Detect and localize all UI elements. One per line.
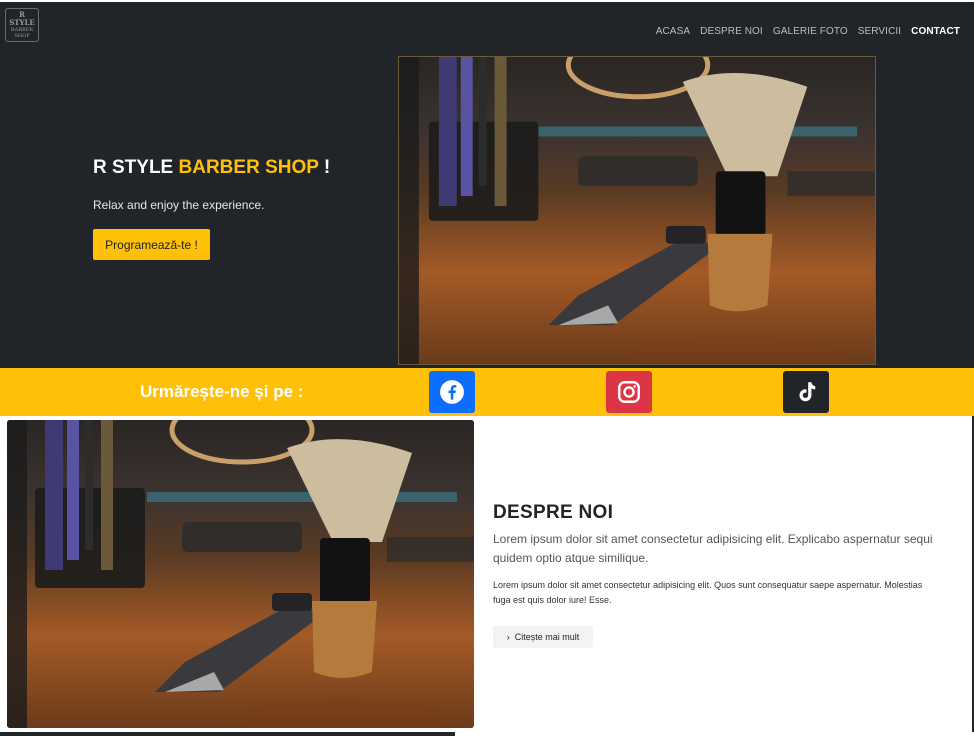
main-nav: ACASA DESPRE NOI GALERIE FOTO SERVICII C…	[656, 26, 960, 37]
nav-item-galerie-foto[interactable]: GALERIE FOTO	[773, 26, 848, 37]
nav-item-acasa[interactable]: ACASA	[656, 26, 690, 37]
nav-item-contact[interactable]: CONTACT	[911, 26, 960, 37]
hero-subtitle: Relax and enjoy the experience.	[93, 198, 265, 212]
hero-image	[398, 56, 876, 365]
barber-tools-illustration	[399, 57, 875, 364]
read-more-label: Citește mai mult	[514, 632, 580, 642]
facebook-link[interactable]	[429, 371, 475, 413]
nav-item-servicii[interactable]: SERVICII	[858, 26, 901, 37]
logo-emblem: R STYLE BARBER SHOP	[5, 8, 39, 42]
tiktok-icon	[799, 382, 816, 402]
instagram-link[interactable]	[606, 371, 652, 413]
social-title: Urmărește-ne și pe :	[140, 382, 304, 401]
hero-title-accent: BARBER SHOP	[178, 157, 319, 178]
facebook-icon	[440, 380, 464, 404]
about-title: DESPRE NOI	[493, 502, 614, 523]
logo-text: R STYLE	[9, 10, 35, 27]
tiktok-link[interactable]	[783, 371, 829, 413]
social-section: Urmărește-ne și pe :	[0, 368, 974, 416]
about-image	[7, 420, 474, 728]
about-text: Lorem ipsum dolor sit amet consectetur a…	[493, 580, 923, 605]
chevron-right-icon: ›	[506, 632, 510, 642]
site-logo[interactable]: R STYLE BARBER SHOP	[4, 8, 40, 52]
hero-title-prefix: R STYLE	[93, 157, 179, 178]
page-bottom-strip	[0, 732, 974, 742]
read-more-button[interactable]: › Citește mai mult	[493, 626, 593, 648]
instagram-icon	[618, 381, 640, 403]
book-appointment-button[interactable]: Programează-te !	[93, 229, 210, 260]
nav-item-despre-noi[interactable]: DESPRE NOI	[700, 26, 763, 37]
barber-tools-illustration	[7, 420, 474, 728]
hero-title: R STYLE BARBER SHOP !	[93, 157, 330, 179]
about-lead: Lorem ipsum dolor sit amet consectetur a…	[493, 532, 933, 565]
logo-subtext: BARBER SHOP	[10, 27, 34, 39]
bottom-dark-strip	[0, 732, 455, 736]
hero-title-suffix: !	[318, 157, 331, 178]
